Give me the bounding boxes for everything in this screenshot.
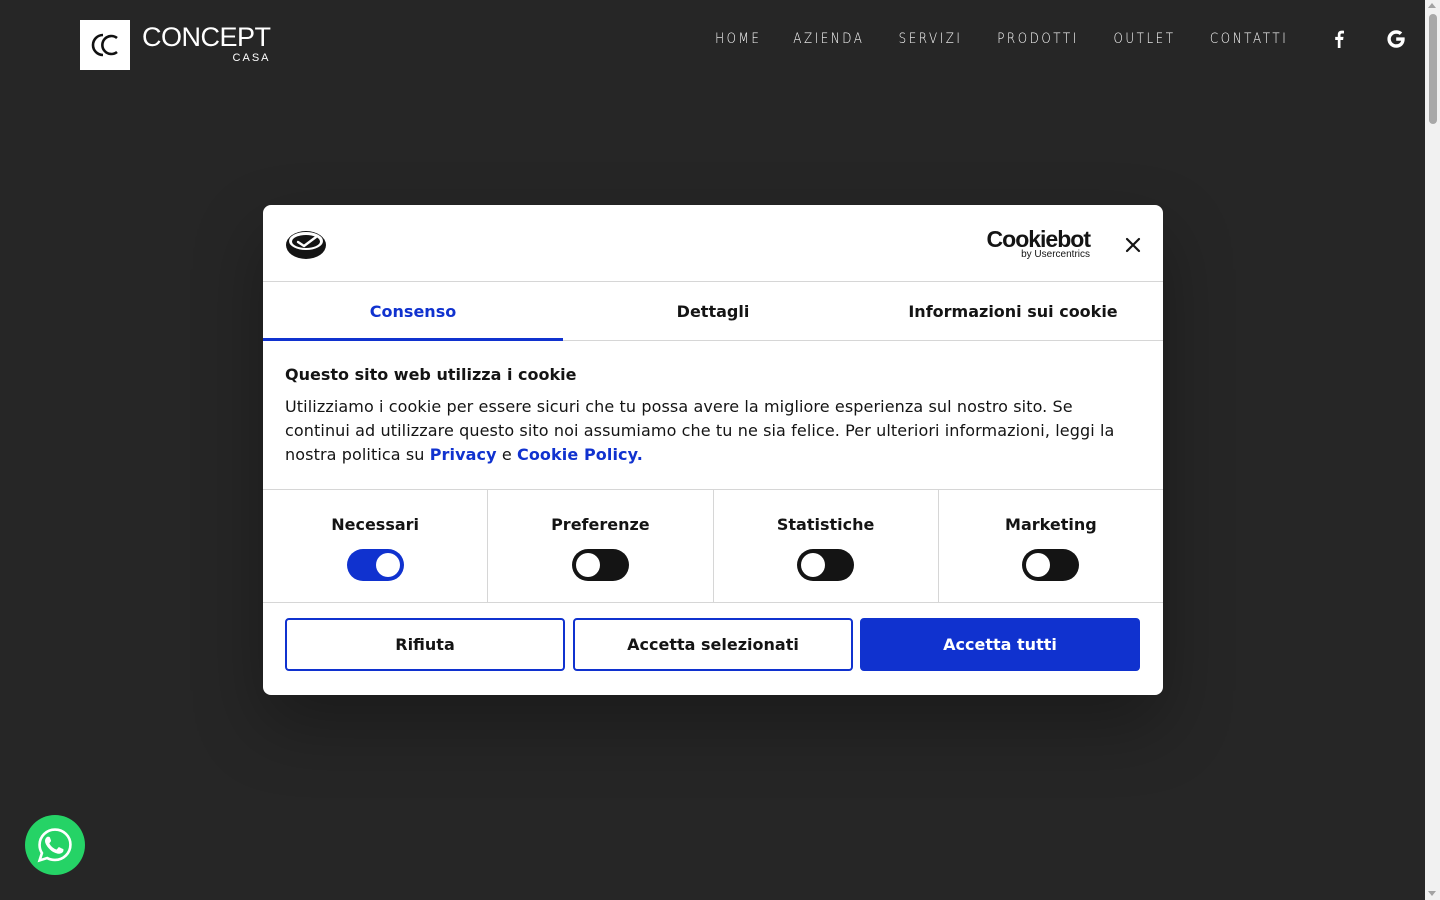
toggle-statistiche[interactable] [797, 549, 855, 581]
accept-selected-button[interactable]: Accetta selezionati [573, 618, 853, 671]
scroll-thumb[interactable] [1429, 14, 1437, 124]
cookie-logo-icon [285, 228, 327, 264]
toggle-preferenze[interactable] [571, 549, 629, 581]
facebook-icon[interactable] [1329, 28, 1349, 50]
cookiebot-name: Cookiebot [986, 226, 1091, 252]
and-text: e [496, 445, 517, 464]
page-scrollbar[interactable] [1425, 0, 1440, 900]
logo-sub-text: CASA [232, 52, 271, 64]
tab-consenso[interactable]: Consenso [263, 282, 563, 341]
scroll-down-arrow-icon[interactable] [1428, 891, 1436, 896]
dialog-tabs: Consenso Dettagli Informazioni sui cooki… [263, 282, 1163, 341]
logo-text: CONCEPT CASA [142, 20, 271, 64]
site-logo[interactable]: CONCEPT CASA [80, 20, 271, 70]
nav-servizi[interactable]: SERVIZI [899, 28, 963, 50]
logo-mark-icon [80, 20, 130, 70]
scroll-up-arrow-icon[interactable] [1428, 3, 1436, 8]
accept-all-button[interactable]: Accetta tutti [860, 618, 1140, 671]
tab-informazioni-cookie[interactable]: Informazioni sui cookie [863, 282, 1163, 340]
toggle-cell-necessari: Necessari [263, 490, 489, 602]
reject-button[interactable]: Rifiuta [285, 618, 565, 671]
toggle-label-necessari: Necessari [331, 515, 420, 534]
nav-home[interactable]: HOME [715, 28, 761, 50]
toggle-cell-statistiche: Statistiche [714, 490, 939, 602]
main-nav: HOME AZIENDA SERVIZI PRODOTTI OUTLET CON… [700, 28, 1406, 50]
toggle-knob [575, 553, 600, 577]
logo-main-text: CONCEPT [142, 22, 271, 52]
dialog-description: Utilizziamo i cookie per essere sicuri c… [285, 395, 1141, 467]
nav-azienda[interactable]: AZIENDA [794, 28, 865, 50]
consent-toggles: Necessari Preferenze Statistiche Marketi… [263, 490, 1163, 603]
dialog-buttons: Rifiuta Accetta selezionati Accetta tutt… [263, 603, 1163, 686]
close-icon[interactable] [1121, 233, 1145, 257]
dialog-title: Questo sito web utilizza i cookie [285, 365, 577, 384]
cookie-consent-dialog: Cookiebot by Usercentrics Consenso Detta… [263, 205, 1163, 695]
privacy-link[interactable]: Privacy [430, 445, 497, 464]
toggle-knob [1026, 553, 1051, 577]
toggle-label-preferenze: Preferenze [551, 515, 650, 534]
toggle-knob [801, 553, 826, 577]
nav-contatti[interactable]: CONTATTI [1210, 28, 1288, 50]
toggle-knob [375, 553, 400, 577]
cookiebot-brand[interactable]: Cookiebot by Usercentrics [985, 226, 1091, 260]
nav-outlet[interactable]: OUTLET [1114, 28, 1176, 50]
whatsapp-icon[interactable] [25, 815, 85, 875]
toggle-necessari[interactable] [346, 549, 404, 581]
description-text: Utilizziamo i cookie per essere sicuri c… [285, 397, 1115, 464]
toggle-marketing[interactable] [1022, 549, 1080, 581]
site-header: CONCEPT CASA HOME AZIENDA SERVIZI PRODOT… [0, 0, 1425, 90]
toggle-label-marketing: Marketing [1005, 515, 1097, 534]
toggle-cell-preferenze: Preferenze [488, 490, 714, 602]
nav-prodotti[interactable]: PRODOTTI [998, 28, 1080, 50]
toggle-label-statistiche: Statistiche [776, 515, 875, 534]
google-icon[interactable] [1386, 28, 1406, 50]
tab-dettagli[interactable]: Dettagli [563, 282, 863, 340]
dialog-body: Questo sito web utilizza i cookie Utiliz… [263, 341, 1163, 490]
dialog-header: Cookiebot by Usercentrics [263, 205, 1163, 282]
cookie-policy-link[interactable]: Cookie Policy. [517, 445, 643, 464]
toggle-cell-marketing: Marketing [939, 490, 1163, 602]
